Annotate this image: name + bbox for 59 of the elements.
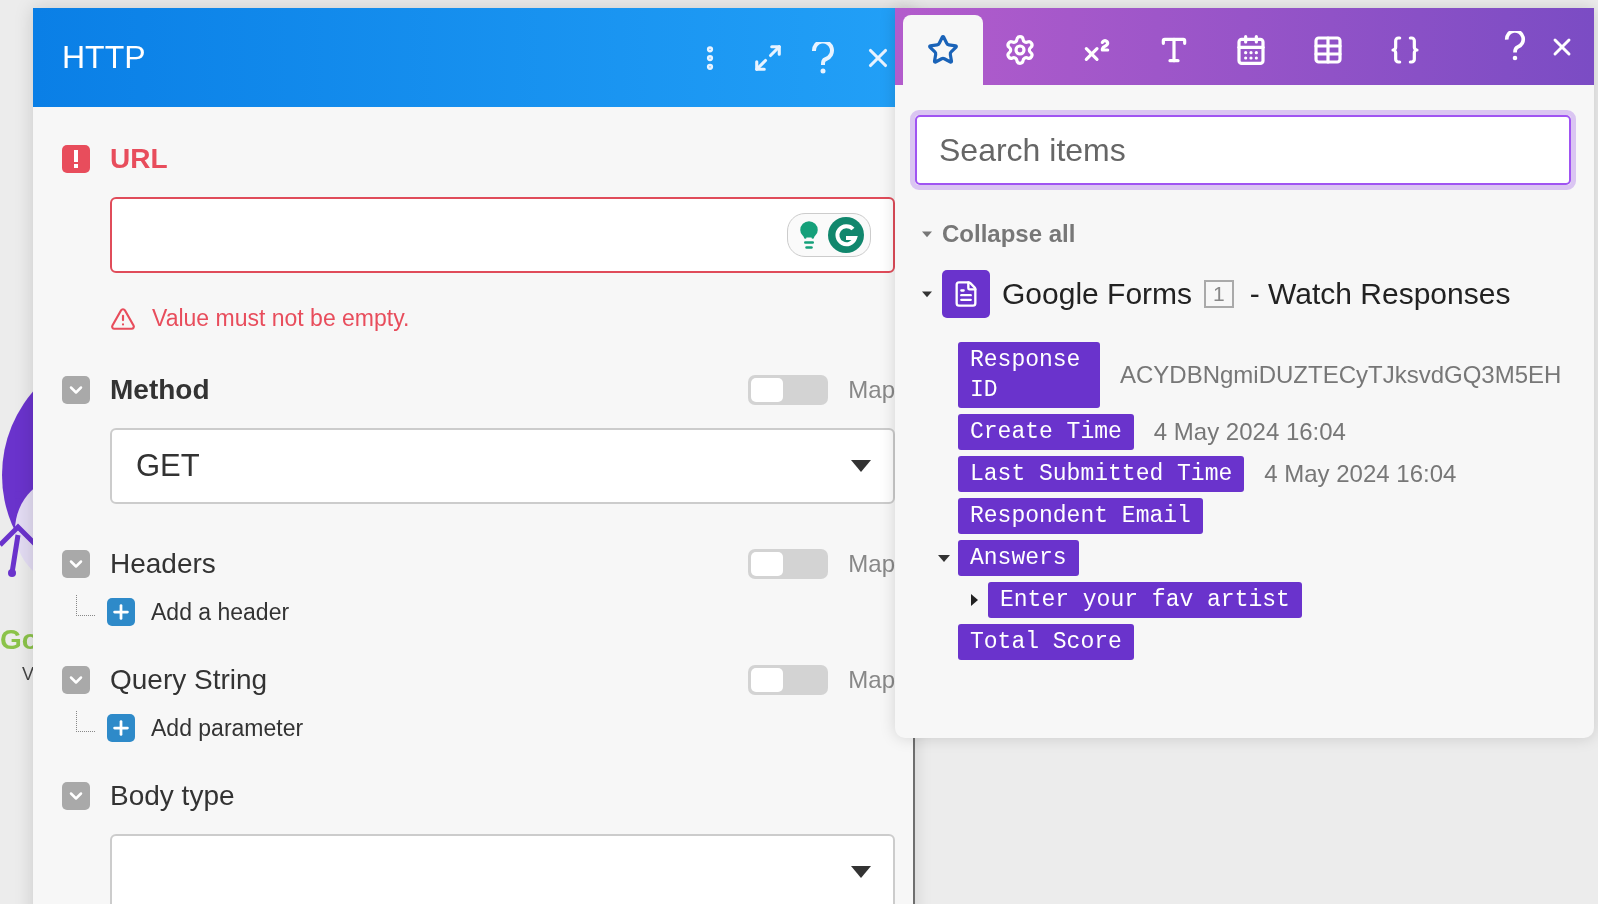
map-label: Map <box>848 550 895 578</box>
item-label[interactable]: Enter your fav artist <box>988 582 1302 618</box>
gear-icon <box>1004 34 1036 66</box>
map-label: Map <box>848 666 895 694</box>
error-message: Value must not be empty. <box>152 305 410 332</box>
field-label: Headers <box>110 548 217 580</box>
select-field[interactable]: GET <box>110 428 895 504</box>
table-icon <box>1312 34 1344 66</box>
item-value: 4 May 2024 16:04 <box>1153 418 1346 446</box>
caret-icon <box>851 460 871 472</box>
add-button[interactable]: Add parameter <box>107 714 304 742</box>
collapse-button[interactable] <box>62 782 90 810</box>
item-label[interactable]: Respondent Email <box>958 498 1203 534</box>
item-label[interactable]: Last Submitted Time <box>958 456 1245 492</box>
add-button[interactable]: Add a header <box>107 598 290 626</box>
grammarly-widget[interactable] <box>787 213 871 257</box>
form-document-icon <box>942 270 990 318</box>
search-field[interactable]: Search items <box>915 115 1571 185</box>
field-label: URL <box>110 143 169 175</box>
collapse-button[interactable] <box>62 376 90 404</box>
triangle-down-icon <box>920 229 934 239</box>
node-sublabel: V <box>22 664 34 685</box>
item-value: 4 May 2024 16:04 <box>1264 460 1457 488</box>
map-label: Map <box>848 376 895 404</box>
panel-title: HTTP <box>62 39 147 76</box>
grammar-g-icon <box>828 217 864 253</box>
map-toggle[interactable] <box>748 375 829 405</box>
item-label[interactable]: Response ID <box>958 342 1100 408</box>
error-icon <box>62 145 90 173</box>
item-label[interactable]: Create Time <box>958 414 1134 450</box>
item-label[interactable]: Total Score <box>958 624 1134 660</box>
url-field[interactable] <box>110 197 895 273</box>
module-name: Google Forms <box>1002 277 1193 311</box>
expand-triangle-icon[interactable] <box>920 289 934 299</box>
module-index: 1 <box>1204 280 1234 308</box>
plus-icon <box>107 598 135 626</box>
module-title: - Watch Responses <box>1249 277 1511 311</box>
plus-icon <box>107 714 135 742</box>
expand-icon[interactable] <box>753 42 783 73</box>
star-icon <box>927 34 959 66</box>
field-label: Method <box>110 374 211 406</box>
calendar-icon <box>1235 34 1267 66</box>
item-value: ACYDBNgmiDUZTECyTJksvdGQ3M5EH <box>1120 361 1562 389</box>
caret-icon <box>851 866 871 878</box>
field-label: Query String <box>110 664 269 696</box>
help-icon[interactable] <box>811 41 835 74</box>
braces-icon <box>1389 34 1421 66</box>
item-label[interactable]: Answers <box>958 540 1079 576</box>
select-field[interactable] <box>110 834 895 904</box>
collapse-button[interactable] <box>62 550 90 578</box>
map-toggle[interactable] <box>748 549 829 579</box>
panel-tab[interactable] <box>903 15 983 85</box>
expand-triangle-icon[interactable] <box>938 552 950 564</box>
warning-icon <box>110 305 136 332</box>
collapsed-triangle-icon[interactable] <box>968 594 980 606</box>
field-label: Body type <box>110 780 236 812</box>
map-toggle[interactable] <box>748 665 829 695</box>
collapse-button[interactable] <box>62 666 90 694</box>
collapse-all-button[interactable]: Collapse all <box>920 220 1594 248</box>
